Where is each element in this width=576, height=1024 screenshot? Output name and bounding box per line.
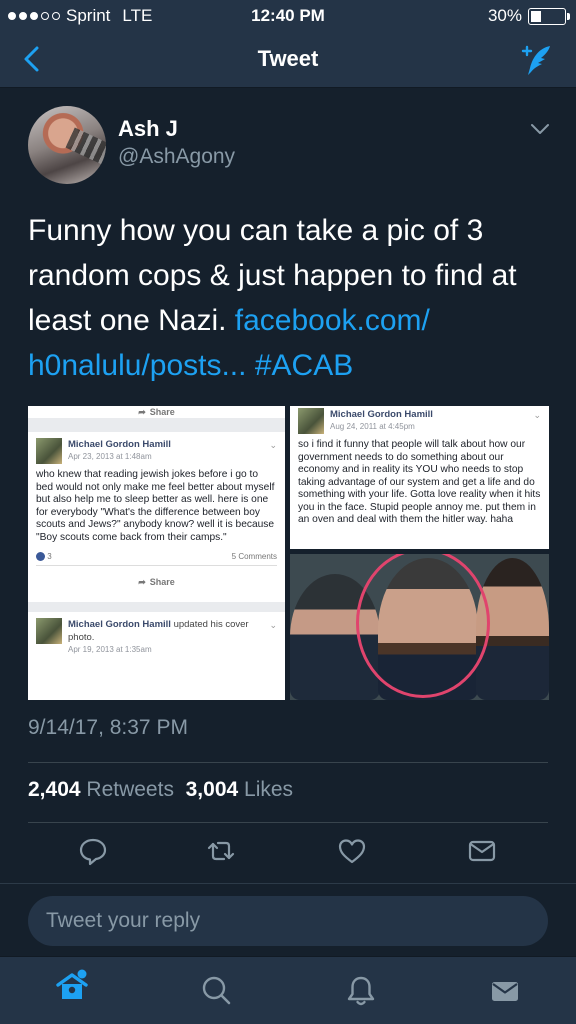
tweet-stats: 2,404 Retweets 3,004 Likes — [28, 778, 293, 802]
battery-icon — [528, 7, 570, 25]
direct-message-icon[interactable] — [467, 836, 497, 866]
fb-post-2: ⌄ Michael Gordon Hamill updated his cove… — [28, 618, 285, 655]
tweet-hashtag[interactable]: #ACAB — [255, 349, 353, 382]
media-right-top-facebook-screenshot[interactable]: ⌄ Michael Gordon Hamill Aug 24, 2011 at … — [290, 406, 549, 549]
retweet-icon[interactable] — [206, 836, 236, 866]
chevron-down-icon[interactable] — [530, 122, 550, 136]
fb-avatar — [36, 438, 62, 464]
fb-avatar — [36, 618, 62, 645]
fb-date: Apr 23, 2013 at 1:48am — [68, 452, 152, 461]
navigation-bar: Tweet — [0, 32, 576, 88]
divider — [28, 822, 548, 823]
fb-comment-count: 5 Comments — [231, 552, 277, 561]
media-left-facebook-screenshot[interactable]: ➦ Share ⌄ Michael Gordon Hamill Apr 23, 2… — [28, 406, 285, 700]
status-bar: Sprint LTE 12:40 PM 30% — [0, 0, 576, 32]
author-handle[interactable]: @AshAgony — [118, 145, 235, 169]
fb-author-2: Michael Gordon Hamill — [68, 619, 171, 631]
messages-envelope-icon[interactable] — [487, 973, 523, 1009]
divider — [28, 762, 548, 763]
tweet-media-collage[interactable]: ➦ Share ⌄ Michael Gordon Hamill Apr 23, 2… — [28, 406, 549, 700]
fb-post-body: so i find it funny that people will talk… — [298, 439, 541, 525]
tweet-actions — [0, 836, 576, 872]
fb-avatar — [298, 408, 324, 434]
fb-like-count: 3 — [47, 552, 52, 561]
reply-input[interactable]: Tweet your reply — [28, 896, 548, 946]
fb-author: Michael Gordon Hamill — [68, 439, 171, 450]
like-heart-icon[interactable] — [337, 836, 367, 866]
notifications-bell-icon[interactable] — [343, 973, 379, 1009]
tweet-text: Funny how you can take a pic of 3 random… — [28, 208, 548, 388]
compose-tweet-icon[interactable] — [518, 42, 554, 78]
fb-post: ⌄ Michael Gordon Hamill Apr 23, 2013 at … — [28, 438, 285, 588]
author-name[interactable]: Ash J — [118, 116, 178, 142]
retweet-count[interactable]: 2,404 — [28, 778, 81, 801]
fb-post-right: ⌄ Michael Gordon Hamill Aug 24, 2011 at … — [290, 408, 549, 527]
retweet-label[interactable]: Retweets — [86, 778, 174, 801]
highlight-circle — [356, 554, 490, 698]
chevron-down-icon: ⌄ — [533, 410, 541, 420]
share-arrow-icon: ➦ — [138, 576, 146, 587]
battery-info: 30% — [487, 6, 570, 26]
chevron-down-icon: ⌄ — [269, 620, 277, 631]
media-police-photo[interactable] — [290, 554, 549, 700]
share-bottom: ➦ Share — [36, 576, 277, 588]
page-title: Tweet — [257, 46, 319, 71]
fb-post-body: who knew that reading jewish jokes befor… — [36, 469, 275, 543]
share-top-label: Share — [149, 407, 175, 417]
share-bottom-label: Share — [149, 577, 175, 588]
battery-percent: 30% — [487, 6, 522, 25]
home-icon[interactable] — [54, 967, 90, 1003]
reply-area: Tweet your reply — [0, 883, 576, 956]
like-label[interactable]: Likes — [244, 778, 293, 801]
fb-date: Aug 24, 2011 at 4:45pm — [330, 422, 415, 431]
tab-bar — [0, 956, 576, 1024]
tweet-timestamp: 9/14/17, 8:37 PM — [28, 716, 188, 739]
like-badge-icon — [36, 552, 45, 562]
fb-meta: 3 5 Comments — [36, 552, 277, 567]
author-avatar[interactable] — [28, 106, 106, 184]
fb-date-2: Apr 19, 2013 at 1:35am — [68, 645, 152, 655]
share-arrow-icon: ➦ — [138, 406, 146, 417]
search-icon[interactable] — [198, 973, 234, 1009]
fb-author: Michael Gordon Hamill — [330, 409, 433, 420]
chevron-down-icon: ⌄ — [269, 440, 277, 450]
reply-icon[interactable] — [78, 836, 108, 866]
like-count[interactable]: 3,004 — [186, 778, 239, 801]
share-top: ➦ Share — [28, 406, 285, 418]
